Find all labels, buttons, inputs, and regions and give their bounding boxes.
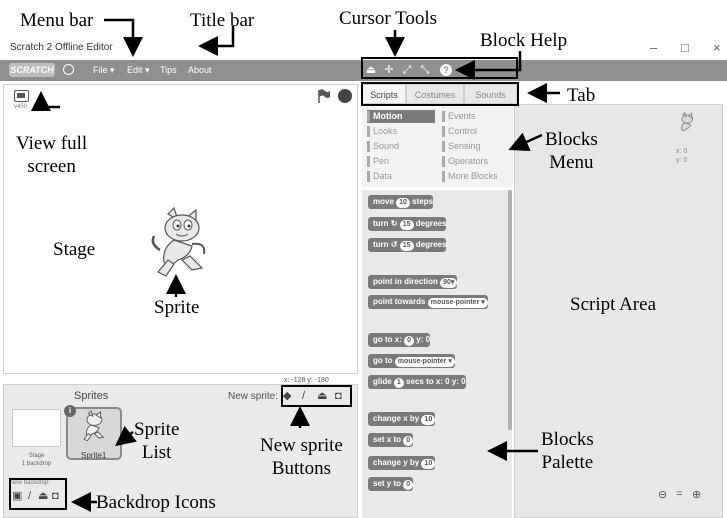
label-sprite: Sprite bbox=[154, 297, 200, 318]
annotation-arrows bbox=[31, 18, 560, 512]
label-blocks-menu: Blocks Menu bbox=[545, 129, 598, 173]
label-new-sprite-buttons: New sprite Buttons bbox=[260, 435, 343, 479]
label-backdrop-icons: Backdrop Icons bbox=[96, 492, 216, 513]
label-block-help: Block Help bbox=[480, 30, 568, 51]
label-menu-bar: Menu bar bbox=[20, 10, 94, 31]
label-script-area: Script Area bbox=[570, 294, 657, 315]
label-tab: Tab bbox=[567, 85, 596, 106]
label-sprite-list: Sprite List bbox=[134, 419, 180, 463]
label-blocks-palette: Blocks Palette bbox=[541, 429, 594, 473]
label-stage: Stage bbox=[53, 239, 96, 260]
label-cursor-tools: Cursor Tools bbox=[339, 8, 438, 29]
label-view-full-screen: View full screen bbox=[16, 133, 88, 177]
label-title-bar: Title bar bbox=[190, 10, 255, 31]
